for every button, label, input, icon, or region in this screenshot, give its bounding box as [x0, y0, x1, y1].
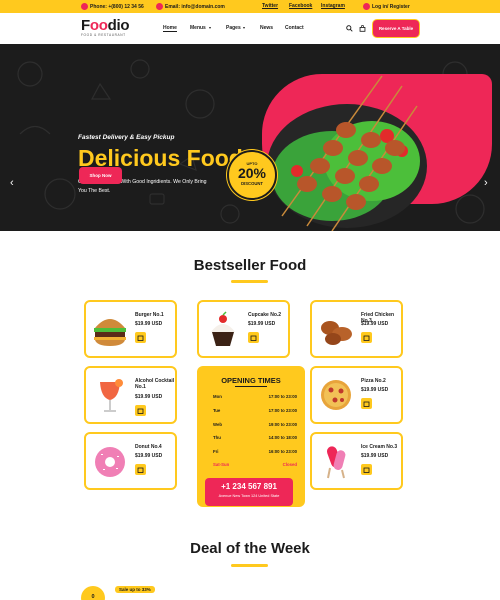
- nav-contact[interactable]: Contact: [285, 25, 304, 31]
- hero-slider: Fastest Delivery & Easy Pickup Delicious…: [0, 44, 500, 231]
- product-card-pizza[interactable]: Pizza No.2 $19.99 USD: [310, 366, 403, 424]
- instagram-link-label[interactable]: Instagram: [321, 3, 345, 9]
- product-name: Ice Cream No.3: [361, 444, 398, 450]
- nav-home[interactable]: Home: [163, 25, 177, 32]
- email-icon: [156, 3, 163, 10]
- topbar-phone-text: Phone: +(800) 12 34 56: [90, 3, 144, 10]
- ice-cream-image: [326, 446, 346, 479]
- product-card-ice-cream[interactable]: Ice Cream No.3 $19.99 USD: [310, 432, 403, 490]
- product-card-cocktail[interactable]: Alcohol Cocktail No.1 $19.99 USD: [84, 366, 177, 424]
- kebab-plate-image: [267, 75, 427, 231]
- title-underline: [231, 564, 268, 567]
- topbar-email-text: Email: info@domain.com: [165, 3, 225, 10]
- twitter-link-label[interactable]: Twitter: [262, 3, 278, 9]
- nav-pages[interactable]: Pages: [226, 25, 241, 31]
- login-link[interactable]: Log in/ Register: [363, 3, 410, 10]
- discount-badge: UPTO 20% DISCOUNT: [227, 150, 277, 200]
- cart-icon[interactable]: [359, 25, 366, 32]
- pizza-image: [321, 380, 351, 410]
- opening-times-title: OPENING TIMES: [221, 376, 281, 385]
- contact-phone: +1 234 567 891: [221, 482, 277, 491]
- reserve-table-button[interactable]: Reserve A Table: [373, 20, 419, 37]
- user-icon: [363, 3, 370, 10]
- logo-wordmark: Foodio: [81, 17, 130, 34]
- add-to-cart-icon[interactable]: [361, 464, 372, 475]
- product-name: Alcohol Cocktail No.1: [135, 378, 175, 390]
- hero-subtitle: Fastest Delivery & Easy Pickup: [78, 134, 175, 141]
- cupcake-image: [211, 311, 235, 346]
- deal-title: Deal of the Week: [190, 540, 310, 557]
- product-price: $19.99 USD: [135, 453, 163, 459]
- add-to-cart-icon[interactable]: [135, 464, 146, 475]
- header: Foodio FOOD & RESTAURANT Home Menus ▾ Pa…: [0, 13, 500, 44]
- phone-icon: [81, 3, 88, 10]
- product-name: Burger No.1: [135, 312, 164, 318]
- product-price: $19.99 USD: [361, 321, 389, 327]
- product-name: Cupcake No.2: [248, 312, 282, 318]
- facebook-link[interactable]: Facebook: [289, 3, 312, 9]
- product-card-burger[interactable]: Burger No.1 $19.99 USD: [84, 300, 177, 358]
- cocktail-image: [100, 379, 123, 412]
- product-price: $19.99 USD: [135, 321, 163, 327]
- contact-phone-box[interactable]: +1 234 567 891 Avenue New Town 124 Unite…: [205, 478, 293, 506]
- contact-address: Avenue New Town 124 United State: [218, 494, 280, 498]
- product-price: $19.99 USD: [248, 321, 276, 327]
- nav-menus[interactable]: Menus: [190, 25, 206, 31]
- nav-news[interactable]: News: [260, 25, 273, 31]
- product-name: Donut No.4: [135, 444, 162, 450]
- bestseller-title: Bestseller Food: [193, 257, 307, 274]
- topbar-email[interactable]: Email: info@domain.com: [156, 3, 225, 10]
- twitter-link[interactable]: Twitter: [262, 3, 278, 9]
- next-slide-icon[interactable]: ›: [484, 177, 488, 189]
- add-to-cart-icon[interactable]: [135, 405, 146, 416]
- fried-chicken-image: [321, 321, 352, 345]
- title-underline: [231, 280, 268, 283]
- product-card-cupcake[interactable]: Cupcake No.2 $19.99 USD: [197, 300, 290, 358]
- add-to-cart-icon[interactable]: [361, 332, 372, 343]
- product-price: $19.99 USD: [135, 394, 163, 400]
- instagram-link[interactable]: Instagram: [321, 3, 345, 9]
- topbar-phone[interactable]: Phone: +(800) 12 34 56: [81, 3, 144, 10]
- deal-counter: 0: [81, 586, 105, 600]
- search-icon[interactable]: [346, 25, 353, 32]
- product-price: $19.99 USD: [361, 387, 389, 393]
- logo-tagline: FOOD & RESTAURANT: [81, 33, 126, 37]
- product-card-fried-chicken[interactable]: Fried Chicken No.3 $19.99 USD: [310, 300, 403, 358]
- donut-image: [95, 447, 125, 477]
- add-to-cart-icon[interactable]: [135, 332, 146, 343]
- add-to-cart-icon[interactable]: [248, 332, 259, 343]
- badge-value: 20%: [237, 165, 267, 181]
- nav-pages-chevron-icon: ▾: [243, 25, 246, 30]
- burger-image: [94, 319, 126, 346]
- product-name: Pizza No.2: [361, 378, 386, 384]
- nav-menus-chevron-icon: ▾: [209, 25, 212, 30]
- logo[interactable]: Foodio FOOD & RESTAURANT: [81, 17, 129, 37]
- badge-discount: DISCOUNT: [241, 181, 263, 186]
- facebook-link-label[interactable]: Facebook: [289, 3, 312, 9]
- product-price: $19.99 USD: [361, 453, 389, 459]
- top-bar: Phone: +(800) 12 34 56 Email: info@domai…: [0, 0, 500, 13]
- opening-times-divider: [235, 386, 267, 387]
- login-label: Log in/ Register: [372, 3, 410, 10]
- prev-slide-icon[interactable]: ‹: [10, 177, 14, 189]
- opening-times-card: OPENING TIMES Mon 17:00 to 23:00 Tue 17:00…: [197, 366, 305, 507]
- product-card-donut[interactable]: Donut No.4 $19.99 USD: [84, 432, 177, 490]
- shop-now-button[interactable]: Shop Now: [79, 167, 122, 184]
- add-to-cart-icon[interactable]: [361, 398, 372, 409]
- sale-badge: Sale up to 33%: [115, 586, 155, 593]
